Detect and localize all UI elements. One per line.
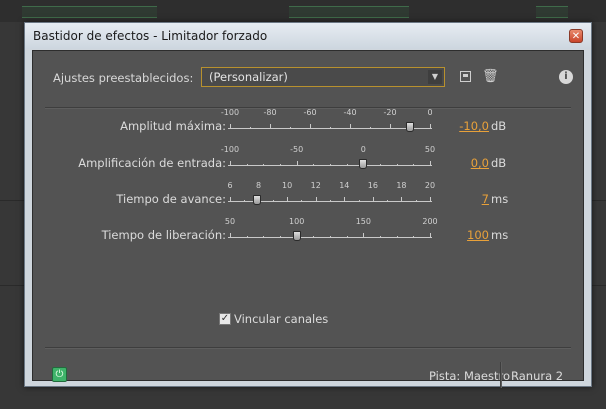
param-label: Amplitud máxima: bbox=[120, 119, 226, 133]
preset-value: (Personalizar) bbox=[209, 70, 288, 84]
slider-thumb[interactable] bbox=[359, 159, 368, 169]
background-clip bbox=[289, 6, 409, 18]
slider-tick-label: 8 bbox=[256, 181, 262, 190]
background-clip bbox=[536, 6, 568, 18]
param-label: Tiempo de avance: bbox=[116, 192, 226, 206]
slider-tick-label: -50 bbox=[290, 145, 304, 154]
slider-tick-label: 200 bbox=[422, 217, 438, 226]
slider-tick-label: 14 bbox=[339, 181, 350, 190]
param-row: Amplitud máxima: -100 -80 -60 -40 -20 0 -10,0 dB bbox=[33, 108, 583, 136]
slider-tick-label: 6 bbox=[227, 181, 233, 190]
slider-tick-label: 12 bbox=[310, 181, 321, 190]
close-icon: ✕ bbox=[571, 31, 581, 42]
slider-tick-label: 100 bbox=[289, 217, 305, 226]
preset-label: Ajustes preestablecidos: bbox=[53, 71, 194, 85]
slider-thumb[interactable] bbox=[292, 231, 301, 241]
link-channels-label[interactable]: Vincular canales bbox=[234, 312, 328, 326]
param-value-input[interactable]: 7 bbox=[482, 192, 489, 206]
param-value-input[interactable]: -10,0 bbox=[459, 119, 489, 133]
track-label: Pista: Maestro bbox=[429, 369, 511, 383]
slider-tick-label: 50 bbox=[424, 145, 436, 154]
effects-rack-window: Bastidor de efectos - Limitador forzado … bbox=[24, 22, 592, 388]
effect-panel: Ajustes preestablecidos: (Personalizar) … bbox=[32, 50, 584, 388]
background-timeline bbox=[0, 0, 606, 23]
param-unit: ms bbox=[491, 192, 509, 206]
slider-thumb[interactable] bbox=[252, 195, 261, 205]
slider-tick-label: -80 bbox=[263, 108, 277, 117]
preset-row: Ajustes preestablecidos: (Personalizar) … bbox=[33, 51, 583, 97]
info-icon[interactable]: i bbox=[559, 70, 573, 84]
param-row: Tiempo de liberación: 50 100 150 200 100 ms bbox=[33, 217, 583, 245]
power-icon: ⏻ bbox=[55, 369, 64, 380]
trash-icon[interactable]: 🗑 bbox=[482, 69, 499, 85]
preset-dropdown[interactable]: (Personalizar) ▼ bbox=[201, 67, 445, 87]
slider-tick-label: 10 bbox=[282, 181, 293, 190]
slider-tick-label: -100 bbox=[220, 108, 240, 117]
chevron-down-icon: ▼ bbox=[428, 70, 442, 84]
slider-track[interactable] bbox=[228, 128, 432, 129]
divider bbox=[500, 362, 502, 388]
slider-thumb[interactable] bbox=[406, 122, 414, 132]
slider-tick-label: 50 bbox=[224, 217, 236, 226]
window-title: Bastidor de efectos - Limitador forzado bbox=[33, 29, 268, 43]
slider-track[interactable] bbox=[228, 165, 432, 166]
slider-tick-label: 18 bbox=[396, 181, 407, 190]
param-slider[interactable]: -100 -50 0 50 bbox=[221, 145, 436, 173]
slider-tick-label: -40 bbox=[343, 108, 357, 117]
background-clip bbox=[22, 6, 157, 18]
param-label: Amplificación de entrada: bbox=[78, 156, 226, 170]
slider-tick-label: -60 bbox=[303, 108, 317, 117]
param-unit: ms bbox=[491, 228, 509, 242]
param-row: Amplificación de entrada: -100 -50 0 50 0,0 dB bbox=[33, 145, 583, 173]
link-channels-checkbox[interactable]: ✓ bbox=[219, 313, 231, 325]
param-slider[interactable]: 6 8 10 12 14 16 18 20 bbox=[227, 181, 436, 209]
title-bar[interactable]: Bastidor de efectos - Limitador forzado … bbox=[25, 23, 591, 49]
slider-track[interactable] bbox=[228, 237, 432, 238]
close-button[interactable]: ✕ bbox=[569, 29, 583, 43]
slot-label: Ranura 2 bbox=[511, 369, 564, 383]
power-button[interactable]: ⏻ bbox=[52, 367, 67, 382]
slider-tick-label: 150 bbox=[355, 217, 371, 226]
param-unit: dB bbox=[491, 156, 507, 170]
divider bbox=[45, 347, 571, 349]
slider-tick-label: 0 bbox=[427, 108, 433, 117]
param-label: Tiempo de liberación: bbox=[101, 228, 226, 242]
param-slider[interactable]: 50 100 150 200 bbox=[224, 217, 438, 245]
slider-tick-label: 16 bbox=[367, 181, 378, 190]
slider-tick-label: 0 bbox=[360, 145, 366, 154]
slider-tick-label: 20 bbox=[424, 181, 436, 190]
save-icon[interactable] bbox=[457, 69, 473, 85]
param-unit: dB bbox=[491, 119, 507, 133]
param-value-input[interactable]: 100 bbox=[467, 228, 489, 242]
param-value-input[interactable]: 0,0 bbox=[471, 156, 489, 170]
param-slider[interactable]: -100 -80 -60 -40 -20 0 bbox=[221, 108, 433, 136]
slider-tick-label: -100 bbox=[220, 145, 240, 154]
param-row: Tiempo de avance: 6 8 10 12 14 16 18 20 7 ms bbox=[33, 181, 583, 209]
slider-tick-label: -20 bbox=[383, 108, 397, 117]
